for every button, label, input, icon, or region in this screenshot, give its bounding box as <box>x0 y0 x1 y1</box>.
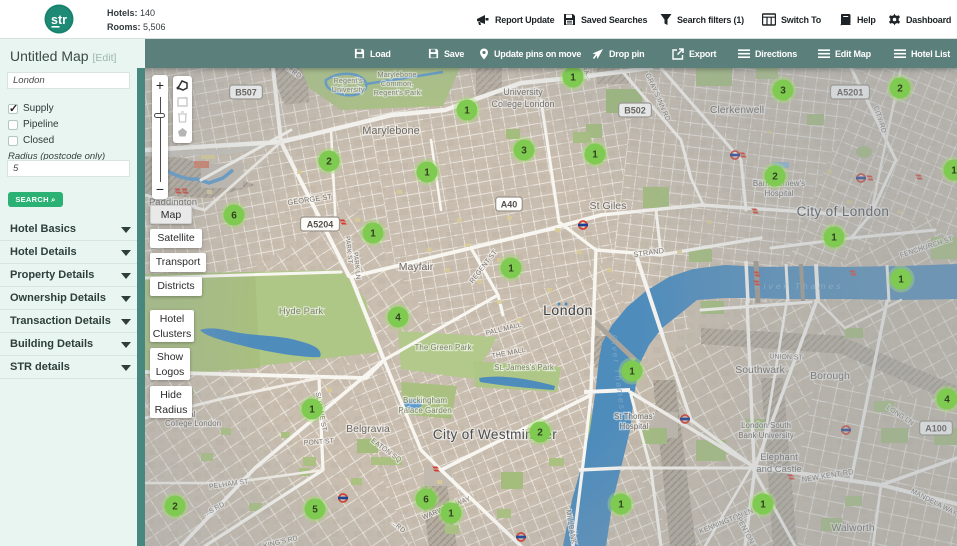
svg-text:1: 1 <box>629 367 635 378</box>
svg-text:6: 6 <box>423 495 429 506</box>
svg-text:1: 1 <box>448 509 454 520</box>
svg-text:1: 1 <box>898 275 904 286</box>
svg-text:1: 1 <box>424 168 430 179</box>
svg-text:1: 1 <box>309 405 315 416</box>
svg-text:2: 2 <box>172 502 178 513</box>
svg-text:2: 2 <box>897 84 903 95</box>
svg-text:4: 4 <box>395 313 401 324</box>
svg-text:1: 1 <box>760 500 766 511</box>
svg-text:str: str <box>51 13 67 27</box>
svg-text:1: 1 <box>570 73 576 84</box>
svg-text:1: 1 <box>464 106 470 117</box>
svg-text:1: 1 <box>592 150 598 161</box>
svg-text:1: 1 <box>951 166 957 177</box>
svg-text:1: 1 <box>831 233 837 244</box>
svg-text:2: 2 <box>772 172 778 183</box>
svg-text:1: 1 <box>370 229 376 240</box>
svg-text:2: 2 <box>326 157 332 168</box>
svg-text:6: 6 <box>231 211 237 222</box>
svg-text:1: 1 <box>618 500 624 511</box>
svg-text:5: 5 <box>312 505 318 516</box>
svg-text:2: 2 <box>537 428 543 439</box>
svg-text:3: 3 <box>521 146 527 157</box>
svg-text:4: 4 <box>944 395 950 406</box>
svg-text:3: 3 <box>780 86 786 97</box>
svg-text:1: 1 <box>508 264 514 275</box>
